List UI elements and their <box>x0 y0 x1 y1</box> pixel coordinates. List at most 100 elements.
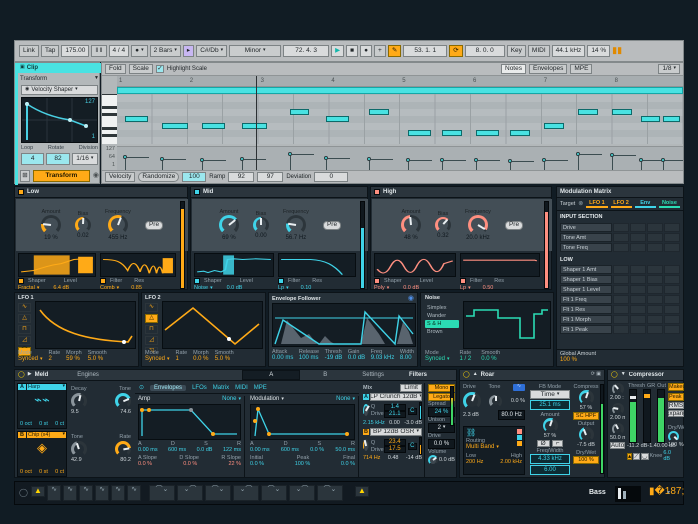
matrix-cell[interactable] <box>613 315 629 324</box>
bias-knob[interactable] <box>75 217 91 233</box>
matrix-cell[interactable] <box>630 305 646 314</box>
filter-a-freq-knob[interactable] <box>363 404 369 418</box>
noise-type-list[interactable]: Simplex Wander S & H Brown <box>425 304 459 336</box>
filter-enable-checkbox[interactable] <box>460 278 466 284</box>
noise-option-wander[interactable]: Wander <box>425 312 459 320</box>
shaper-enable-checkbox[interactable] <box>18 278 24 284</box>
filter-b-pan[interactable]: C <box>408 443 417 450</box>
track-name[interactable]: Bass <box>589 489 606 497</box>
engine-b-type-menu[interactable]: Chip (x4) <box>27 432 66 438</box>
matrix-cell[interactable] <box>613 223 629 232</box>
filter-b-type-menu[interactable]: BP 12dB OSR <box>370 428 422 436</box>
matrix-cell[interactable] <box>630 315 646 324</box>
frequency-knob[interactable] <box>286 215 306 235</box>
xover-low-value[interactable]: 200 Hz <box>466 459 483 465</box>
matrix-cell[interactable] <box>664 275 680 284</box>
engine-a-tone-knob[interactable] <box>115 393 131 409</box>
warning-triangle-icon[interactable]: ▲ <box>31 486 45 497</box>
midi-note[interactable] <box>663 116 680 122</box>
mod-release[interactable]: 50.0 ms <box>335 447 355 453</box>
matrix-cell[interactable] <box>613 305 629 314</box>
ratio-knob[interactable] <box>612 383 624 395</box>
mod-decay[interactable]: 600 ms <box>281 447 299 453</box>
peak-mode-button[interactable]: Peak <box>668 393 684 401</box>
warning-triangle-icon[interactable]: ▲ <box>355 486 369 497</box>
gain-reduction-button[interactable]: ◡ <box>641 453 649 460</box>
subtab-matrix[interactable]: Matrix <box>213 385 229 392</box>
lfo2-smooth-value[interactable]: 5.0 % <box>215 356 234 363</box>
matrix-cell[interactable] <box>630 265 646 274</box>
routing-menu[interactable]: Multi Band <box>466 444 522 451</box>
fb-amount-value[interactable]: 57 % <box>530 433 570 439</box>
mod-attack[interactable]: 0.00 ms <box>250 447 270 453</box>
amp-release[interactable]: 122 ms <box>223 447 241 453</box>
matrix-cell[interactable] <box>647 223 663 232</box>
time-signature-field[interactable]: 4 / 4 <box>109 45 130 57</box>
midi-note[interactable] <box>612 109 632 115</box>
randomize-button[interactable]: Randomize <box>138 172 179 182</box>
drywet-value[interactable]: 100 % <box>573 456 599 464</box>
attack-value[interactable]: 2.00 ms <box>610 415 625 421</box>
randomize-amount-field[interactable]: 100 <box>182 172 206 182</box>
device-activator[interactable]: ◯ <box>611 372 618 379</box>
mod-env-label[interactable]: Modulation <box>250 396 284 403</box>
r-slope-value[interactable]: 22 % <box>228 461 241 467</box>
filter-res-value[interactable]: 0.10 <box>301 285 312 291</box>
filter-a-freq-value[interactable]: 2.15 kHz <box>363 420 385 426</box>
noise-smooth-value[interactable]: 0.0 % <box>481 356 500 363</box>
midi-note[interactable] <box>290 109 310 115</box>
lfo2-rate-value[interactable]: 1 <box>176 356 188 363</box>
tone-curve-icon[interactable]: ∿ <box>513 384 525 391</box>
filter-res-value[interactable]: 0.85 <box>131 285 142 291</box>
bias-value[interactable]: 0.32 <box>435 233 451 240</box>
matrix-cell[interactable] <box>613 325 629 334</box>
matrix-cell[interactable] <box>613 285 629 294</box>
filter-a-type-menu[interactable]: LP Crunch 12dB <box>370 393 422 401</box>
initial-value[interactable]: 0.0 % <box>250 461 264 467</box>
matrix-cell[interactable] <box>647 265 663 274</box>
compress-knob[interactable] <box>579 390 594 405</box>
lfo1-smooth-value[interactable]: 5.0 % <box>88 356 107 363</box>
lfo1-rate-value[interactable]: 2 <box>49 356 61 363</box>
fb-width-value[interactable]: 6.00 <box>530 465 570 475</box>
filter-a-level-value[interactable]: -3.0 dB <box>404 420 422 426</box>
velocity-marker[interactable] <box>326 158 327 170</box>
scale-button[interactable]: Scale <box>129 64 153 74</box>
matrix-cell[interactable] <box>630 243 646 252</box>
matrix-cell[interactable] <box>664 315 680 324</box>
shaper-enable-checkbox[interactable] <box>194 278 200 284</box>
note-area[interactable] <box>117 94 683 144</box>
engine-a-type-menu[interactable]: Harp <box>27 384 66 390</box>
rotate-field[interactable]: 82 <box>46 153 69 165</box>
velocity-marker[interactable] <box>544 160 545 170</box>
quantize-menu[interactable]: 2 Bars <box>150 45 181 57</box>
filter-b-level-value[interactable]: -14 dB <box>406 455 422 461</box>
velocity-lane[interactable] <box>117 146 683 170</box>
bias-value[interactable]: 0.02 <box>75 233 91 240</box>
division-menu[interactable]: 1/16 <box>72 153 98 165</box>
matrix-cell[interactable] <box>647 315 663 324</box>
engine-a-oct[interactable]: 0 oct <box>20 421 32 427</box>
matrix-cell[interactable] <box>630 285 646 294</box>
release-value[interactable]: 50.0 ms <box>610 435 625 441</box>
noise-rate-value[interactable]: 1 / 2 <box>460 356 472 363</box>
frequency-knob[interactable] <box>468 215 488 235</box>
velocity-marker[interactable] <box>369 159 370 170</box>
matrix-source-lfo1[interactable]: LFO 1 <box>586 200 607 208</box>
band-low-indicator[interactable] <box>517 441 522 446</box>
mod-target-menu[interactable]: None <box>336 396 355 403</box>
env-link-icon[interactable]: ⊙ <box>139 385 144 392</box>
amount-value[interactable]: 48 % <box>401 235 421 242</box>
noise-option-simplex[interactable]: Simplex <box>425 304 459 312</box>
shaper-level-value[interactable]: 6.4 dB <box>53 285 69 291</box>
matrix-cell[interactable] <box>664 233 680 242</box>
band-high-indicator[interactable] <box>517 429 522 434</box>
matrix-cell[interactable] <box>664 223 680 232</box>
velocity-marker[interactable] <box>641 160 642 170</box>
filter-a-level-slider[interactable] <box>419 402 422 420</box>
velocity-shaper-graph[interactable]: 127 1 <box>21 97 98 143</box>
velocity-lane-selector[interactable]: Velocity <box>105 172 135 182</box>
shaper-display[interactable] <box>18 253 96 277</box>
gain-value[interactable]: 0.0 dB <box>348 355 365 362</box>
matrix-cell[interactable] <box>647 275 663 284</box>
